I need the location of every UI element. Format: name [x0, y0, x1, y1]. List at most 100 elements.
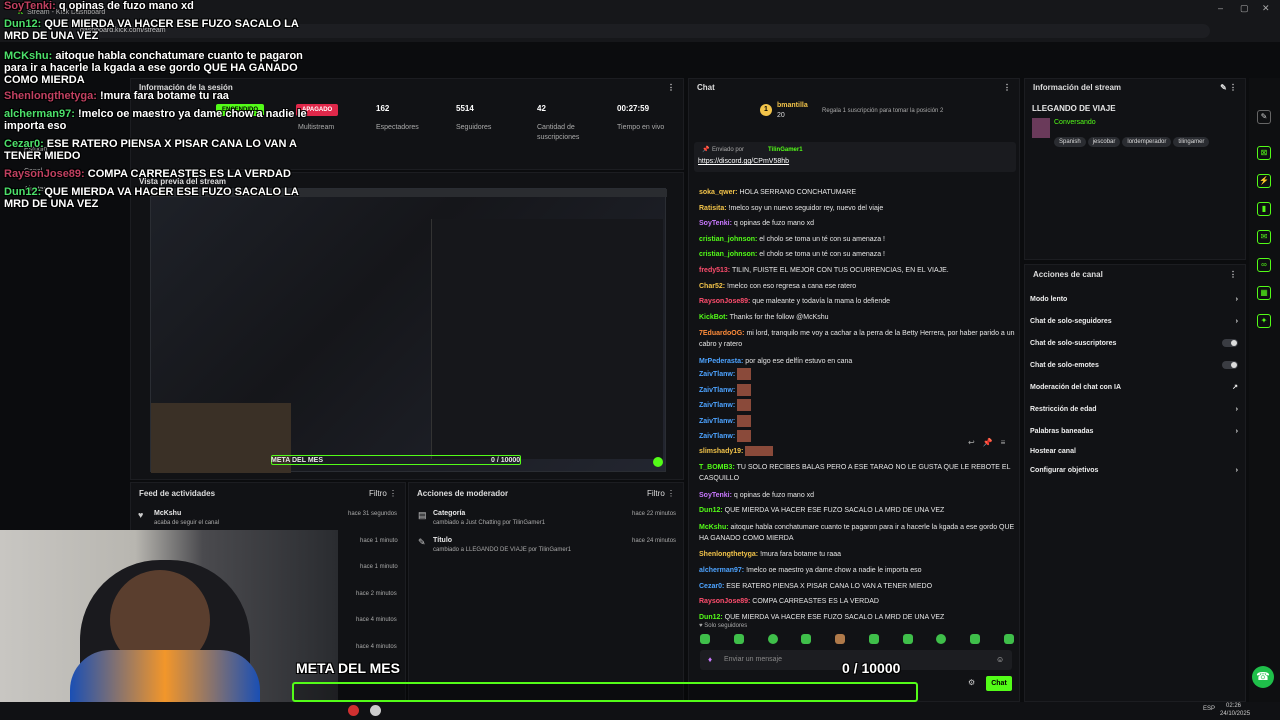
right-toolbar: ✎ ⊠ ⚡ ▮ ✉ ∞ ▦ ✦ ☎ — [1249, 78, 1280, 702]
emote-image — [745, 445, 774, 456]
overlay-chat-line: alcherman97: !melco oe maestro ya dame c… — [4, 108, 307, 132]
chat-message: cristian_johnson: el cholo se toma un té… — [699, 251, 885, 259]
reply-icon: ↩ — [968, 438, 975, 447]
stream-title: LLEGANDO DE VIAJE — [1032, 104, 1116, 113]
close-icon[interactable]: ✕ — [1262, 3, 1270, 14]
emote-image — [737, 368, 752, 380]
more-action-icon: ≡ — [1000, 438, 1006, 447]
emote-image — [737, 430, 752, 442]
feed-time: hace 2 minutos — [356, 591, 397, 597]
chat-settings-icon[interactable]: ⚙ — [968, 678, 975, 687]
chat-message-list: soka_qwer: HOLA SERRANO CONCHATUMARE Rat… — [699, 188, 1015, 373]
message-actions[interactable]: ↩ 📌 ≡ — [968, 438, 1018, 450]
emote-icon — [733, 634, 744, 644]
stream-preview-video[interactable]: META DEL MES 0 / 10000 — [150, 188, 667, 473]
emote-image — [737, 399, 752, 411]
feed-time: hace 1 minuto — [360, 538, 398, 544]
chat-title: Chat — [697, 83, 715, 92]
feed-time: hace 1 minuto — [360, 564, 398, 570]
chat-message: cristian_johnson: el cholo se toma un té… — [699, 235, 885, 243]
category-icon: ▤ — [418, 510, 427, 520]
widget-icon[interactable]: ⊠ — [1257, 146, 1271, 160]
maximize-icon[interactable]: ▢ — [1240, 3, 1249, 14]
emotes-only-toggle — [1222, 361, 1238, 369]
action-ai-moderation[interactable]: Moderación del chat con IA ↗ — [1022, 376, 1246, 398]
feed-time: hace 31 segundos — [348, 511, 398, 517]
chat-send-button[interactable]: Chat — [986, 676, 1012, 691]
lang-indicator[interactable]: ESP — [1203, 706, 1215, 712]
mod-item-desc: cambiado a Just Chatting por TilinGamer1 — [433, 520, 546, 526]
edit-layout-icon[interactable]: ✎ — [1257, 110, 1271, 124]
feed-time: hace 4 minutos — [356, 644, 397, 650]
action-goals[interactable]: Configurar objetivos › — [1022, 460, 1246, 480]
emote-icon — [936, 634, 947, 644]
pinned-message[interactable]: 📌 Enviado por TilinGamer1 https://discor… — [694, 142, 1016, 172]
chat-message: T_BOMB3: TU SOLO RECIBES BALAS PERO A ES… — [699, 464, 1011, 482]
chat-message: alcherman97: !melco oe maestro ya dame c… — [699, 566, 922, 574]
followers-only-label: ♥ Solo seguidores — [699, 623, 748, 629]
chat-message: McKshu: aitoque habla conchatumare cuant… — [699, 523, 1015, 542]
tool-icon[interactable]: ✦ — [1257, 314, 1271, 328]
more-icon[interactable]: ⋮ — [667, 83, 675, 92]
message-icon[interactable]: ✉ — [1257, 230, 1271, 244]
action-slow-mode[interactable]: Modo lento › — [1022, 288, 1246, 310]
action-age-restriction[interactable]: Restricción de edad › — [1022, 398, 1246, 420]
mod-item-label: Título — [433, 537, 453, 544]
edit-icon[interactable]: ✎ ⋮ — [1220, 83, 1237, 92]
flash-icon[interactable]: ⚡ — [1257, 174, 1271, 188]
chevron-right-icon: › — [1235, 405, 1238, 413]
action-subs-only[interactable]: Chat de solo-suscriptores — [1022, 332, 1246, 354]
pinned-link: https://discord.gg/CPmV58hb — [698, 158, 790, 165]
streaminfo-title: Información del stream — [1033, 83, 1122, 92]
emote-bar[interactable] — [700, 634, 1014, 646]
app-icon[interactable] — [370, 705, 381, 716]
chat-message-list-2: T_BOMB3: TU SOLO RECIBES BALAS PERO A ES… — [699, 462, 1015, 628]
emote-icon — [868, 634, 879, 644]
action-host-channel[interactable]: Hostear canal — [1022, 442, 1246, 460]
chat-message: soka_qwer: HOLA SERRANO CONCHATUMARE — [699, 189, 857, 196]
preview-goal-value: 0 / 10000 — [491, 457, 521, 464]
feed-time: hace 4 minutos — [356, 617, 397, 623]
top-gifter-count: 20 — [777, 112, 785, 119]
document-icon[interactable]: ▮ — [1257, 202, 1271, 216]
overlay-chat-line: SoyTenki: q opinas de fuzo mano xd — [4, 0, 194, 12]
chat-more-icon[interactable]: ⋮ — [1003, 83, 1011, 92]
grid-icon[interactable]: ▦ — [1257, 286, 1271, 300]
app-icon[interactable] — [348, 705, 359, 716]
preview-goal-label: META DEL MES — [271, 457, 323, 464]
link-icon[interactable]: ∞ — [1257, 258, 1271, 272]
chat-message: Dun12: QUE MIERDA VA HACER ESE FUZO SACA… — [699, 613, 945, 621]
emote-icon — [801, 634, 812, 644]
chat-input-placeholder: Enviar un mensaje — [724, 656, 782, 663]
chevron-right-icon: › — [1235, 295, 1238, 303]
action-banned-words[interactable]: Palabras baneadas › — [1022, 420, 1246, 442]
subs-only-toggle — [1222, 339, 1238, 347]
overlay-chat-line: Dun12: QUE MIERDA VA HACER ESE FUZO SACA… — [4, 186, 299, 210]
support-chat-icon[interactable]: ☎ — [1252, 666, 1274, 688]
action-emotes-only[interactable]: Chat de solo-emotes — [1022, 354, 1246, 376]
taskbar: ESP 02:26 24/10/2025 — [0, 702, 1280, 720]
emoji-icon: ☺ — [996, 655, 1005, 664]
channel-more-icon[interactable]: ⋮ — [1229, 270, 1237, 279]
overlay-chat-line: Dun12: QUE MIERDA VA HACER ESE FUZO SACA… — [4, 18, 299, 42]
gift-text[interactable]: Regala 1 suscripción para tomar la posic… — [822, 108, 943, 114]
action-followers-only[interactable]: Chat de solo-seguidores › — [1022, 310, 1246, 332]
mod-item-time: hace 24 minutos — [632, 538, 677, 544]
stream-category[interactable]: Conversando — [1054, 119, 1096, 126]
chat-message: Shenlongthetyga: !mura fara botame tu ra… — [699, 551, 842, 559]
overlay-chat-line: Shenlongthetyga: !mura fara botame tu ra… — [4, 90, 229, 102]
preview-status-dot — [653, 457, 663, 467]
feed-user: McKshu — [154, 510, 182, 517]
overlay-chat-line: RaysonJose89: COMPA CARREASTES ES LA VER… — [4, 168, 291, 180]
mod-filter-button[interactable]: Filtro ⋮ — [647, 489, 675, 498]
chat-message: RaysonJose89: que maleante y todavía la … — [699, 298, 891, 306]
minimize-icon[interactable]: – — [1218, 3, 1223, 13]
tag: lordemperador — [1122, 137, 1172, 147]
date: 24/10/2025 — [1220, 711, 1251, 717]
feed-filter-button[interactable]: Filtro ⋮ — [369, 489, 397, 498]
gift-icon: ♦ — [708, 655, 713, 664]
chat-message: MrPederasta: por algo ese delfín estuvo … — [699, 357, 853, 365]
goal-overlay-value: 0 / 10000 — [842, 660, 901, 676]
webcam-overlay — [0, 530, 338, 720]
stat-live-time: 00:27:59 Tiempo en vivo — [617, 104, 665, 131]
